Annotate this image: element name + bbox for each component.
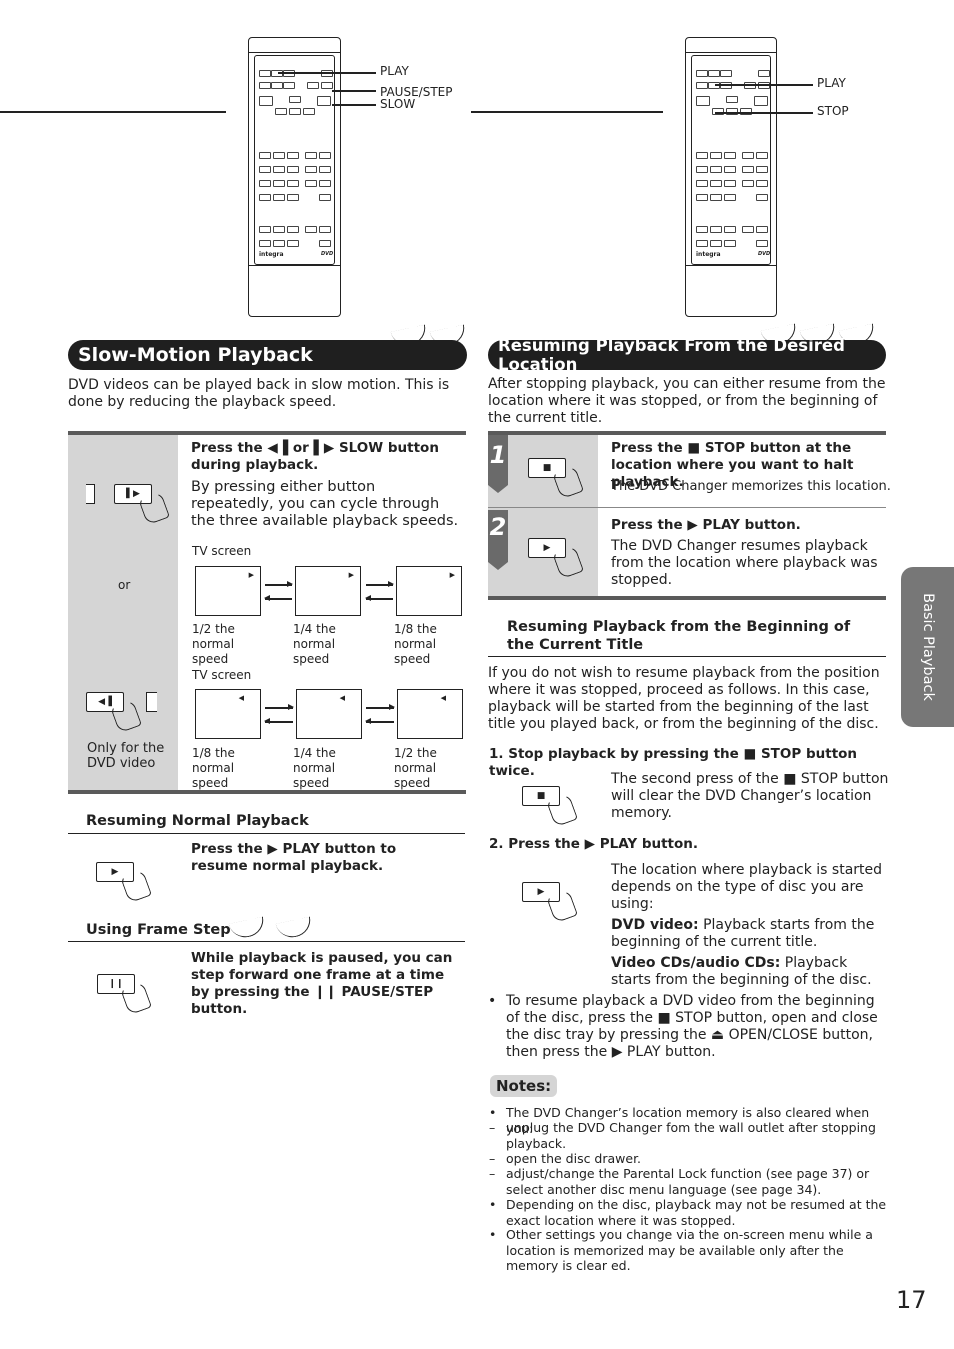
tv-screen: ◀ [296, 689, 362, 739]
arrow-left-icon [264, 718, 293, 724]
beginning-step-1-body: The second press of the ■ STOP button wi… [611, 771, 889, 821]
slow-instruction-body: By pressing either button repeatedly, yo… [191, 479, 459, 529]
resume-location-intro: After stopping playback, you can either … [488, 376, 886, 426]
beginning-title: Resuming Playback from the Beginning of … [507, 619, 851, 653]
arrow-left-icon [365, 718, 394, 724]
frame-step-title: Using Frame Step [86, 922, 231, 938]
speed-caption: 1/4 the normal speed [293, 746, 336, 790]
speed-caption: 1/8 the normal speed [192, 746, 235, 790]
tv-screen: ▶ [295, 566, 361, 616]
remote-control-illustration-right: integra DVD [685, 37, 777, 317]
step-1-body: The DVD Changer memorizes this location. [611, 479, 891, 494]
resuming-normal-title: Resuming Normal Playback [86, 813, 309, 829]
open-close-bullet: • To resume playback a DVD video from th… [488, 993, 878, 1060]
chapter-side-tab[interactable]: Basic Playback [901, 567, 954, 727]
tv-screen-label: TV screen [192, 544, 252, 558]
brand-logo: integra [259, 251, 284, 258]
header-rule-right [471, 111, 663, 113]
note-item: • Other settings you change via the on-sc… [489, 1227, 873, 1273]
or-label: or [118, 578, 131, 592]
note-item: • Depending on the disc, playback may not… [489, 1197, 887, 1228]
callout-stop: STOP [817, 104, 849, 118]
dvd-logo: DVD [758, 251, 771, 257]
slow-instruction: Press the ◀▐ or ▌▶ SLOW button during pl… [191, 440, 439, 473]
arrow-left-icon [365, 595, 393, 601]
section-title-slow-motion: Slow-Motion Playback [68, 340, 467, 370]
tv-screen: ▶ [195, 566, 261, 616]
beginning-intro: If you do not wish to resume playback fr… [488, 665, 880, 732]
video-cd-note: Video CDs/audio CDs: Playback starts fro… [611, 955, 872, 988]
speed-caption: 1/8 the normal speed [394, 622, 437, 666]
only-dvd-note: Only for the DVD video [87, 741, 165, 771]
tv-screen: ▶ [396, 566, 462, 616]
step-number: 2 [488, 510, 508, 570]
note-item: – adjust/change the Parental Lock functio… [489, 1166, 870, 1197]
note-item: – unplug the DVD Changer fom the wall out… [489, 1120, 876, 1151]
step-number: 1 [488, 435, 508, 493]
beginning-step-2: 2. Press the ▶ PLAY button. [489, 836, 699, 852]
arrow-right-icon [366, 704, 395, 710]
beginning-step-2-body: The location where playback is started d… [611, 862, 883, 912]
frame-step-text: While playback is paused, you can step f… [191, 950, 453, 1017]
section-title-resume-location: Resuming Playback From the Desired Locat… [488, 336, 886, 374]
step-2-instruction: Press the ▶ PLAY button. [611, 517, 801, 533]
disc-compatibility-icons [228, 916, 314, 941]
arrow-right-icon [366, 581, 394, 587]
brand-logo: integra [696, 251, 721, 258]
speed-caption: 1/4 the normal speed [293, 622, 336, 666]
resuming-normal-text: Press the ▶ PLAY button to resume normal… [191, 841, 397, 874]
speed-caption: 1/2 the normal speed [394, 746, 437, 790]
remote-control-illustration-left: integra DVD [248, 37, 341, 317]
disc-icon [228, 916, 267, 941]
speed-caption: 1/2 the normal speed [192, 622, 235, 666]
slow-motion-intro: DVD videos can be played back in slow mo… [68, 377, 450, 410]
callout-play: PLAY [380, 64, 409, 78]
page-number: 17 [896, 1286, 927, 1314]
dvd-logo: DVD [321, 251, 334, 257]
disc-icon [275, 916, 314, 941]
callout-play: PLAY [817, 76, 846, 90]
tv-screen-label: TV screen [192, 668, 252, 682]
tv-screen: ◀ [195, 689, 261, 739]
notes-badge: Notes: [490, 1075, 558, 1097]
arrow-left-icon [264, 595, 292, 601]
dvd-video-note: DVD video: Playback starts from the begi… [611, 917, 875, 950]
header-rule-left [0, 111, 226, 113]
arrow-right-icon [265, 581, 293, 587]
callout-slow: SLOW [380, 97, 416, 111]
note-item: – open the disc drawer. [489, 1151, 642, 1166]
step-2-body: The DVD Changer resumes playback from th… [611, 538, 878, 588]
arrow-right-icon [265, 704, 294, 710]
tv-screen: ◀ [397, 689, 463, 739]
